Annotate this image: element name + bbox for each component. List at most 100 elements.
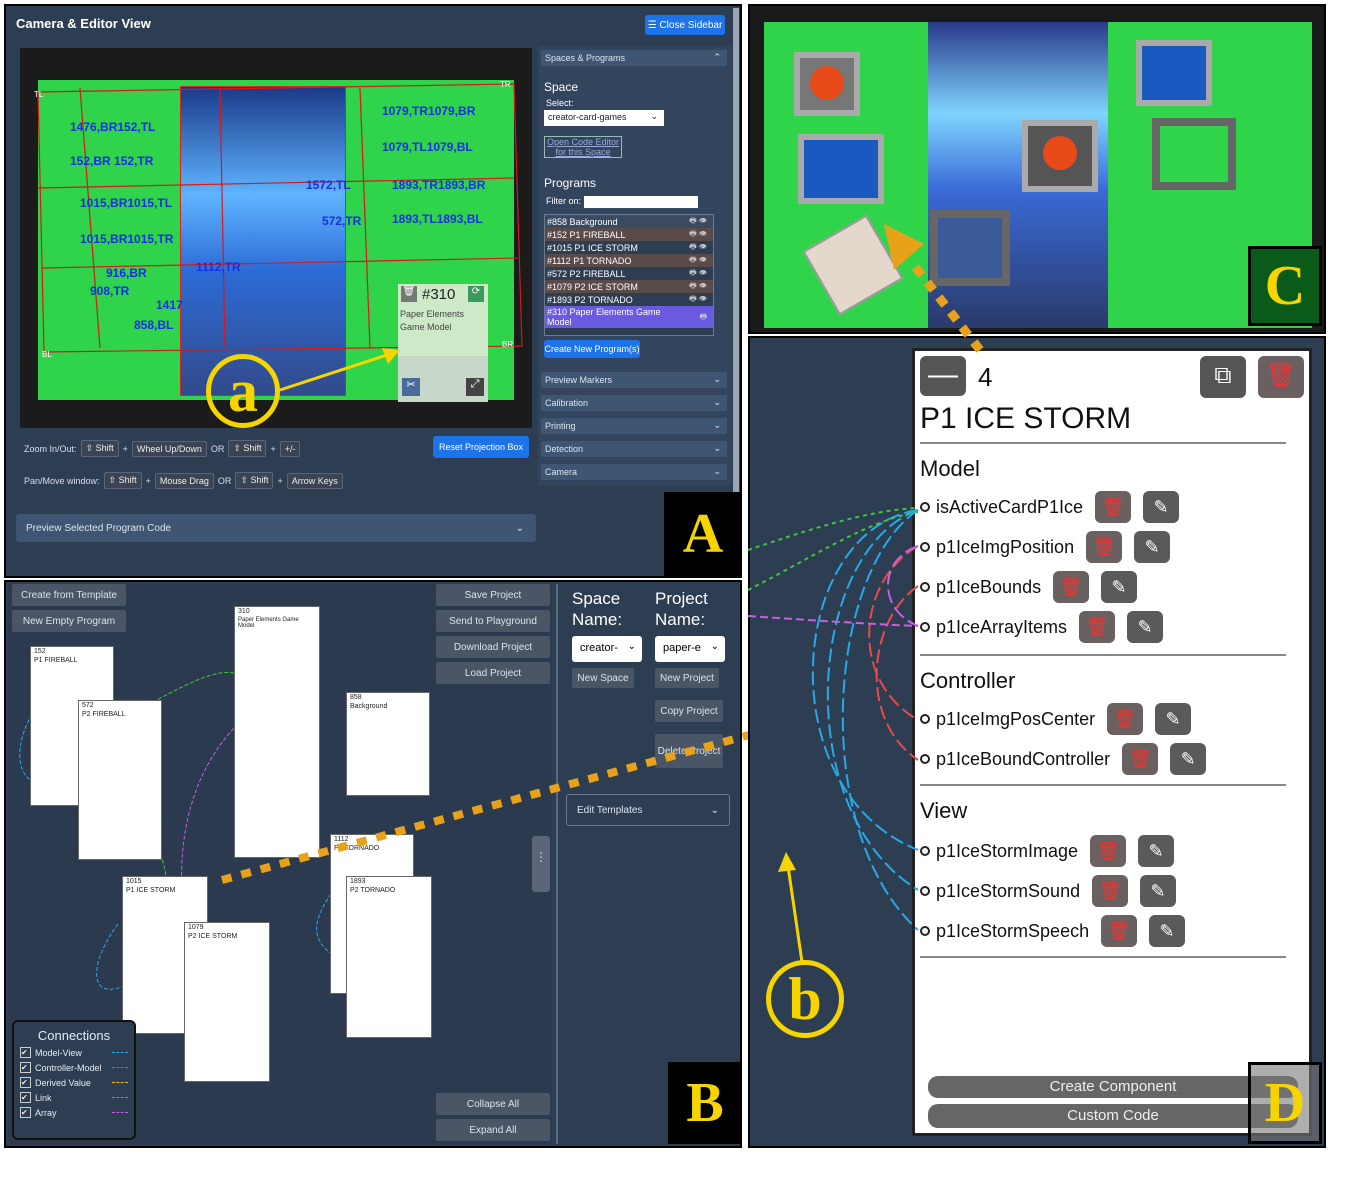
edit-icon[interactable]: ✎ [1155, 703, 1192, 735]
create-new-program-button[interactable]: Create New Program(s) [544, 340, 640, 358]
edit-icon[interactable]: ✎ [1143, 491, 1180, 523]
checkbox-icon[interactable]: ✔ [20, 1077, 31, 1088]
program-item[interactable]: #1079 P2 ICE STORM 🖶 👁 [545, 280, 713, 293]
card-name: P2 FIREBALL [82, 711, 126, 718]
program-item[interactable]: #572 P2 FIREBALL 🖶 👁 [545, 267, 713, 280]
edit-icon[interactable]: ✎ [1127, 611, 1164, 643]
spaces-programs-accordion[interactable]: Spaces & Programs ⌃ [541, 50, 727, 66]
legend-item[interactable]: ✔ Array [20, 1107, 128, 1118]
overlay-card-310[interactable]: 🗑 #310 ⟳ Paper Elements Game Model ✂ ⤢ [398, 284, 488, 402]
program-card-1079[interactable]: 1079 P2 ICE STORM [184, 922, 270, 1082]
checkbox-icon[interactable]: ✔ [20, 1047, 31, 1058]
program-item[interactable]: #1015 P1 ICE STORM 🖶 👁 [545, 241, 713, 254]
space-name-select[interactable]: creator- ⌄ [572, 636, 642, 662]
controller-item[interactable]: p1IceImgPosCenter 🗑 ✎ [920, 703, 1192, 735]
project-name-select[interactable]: paper-e ⌄ [655, 636, 725, 662]
kbd-key: +/- [279, 440, 301, 457]
item-label: p1IceStormImage [936, 840, 1079, 861]
create-component-button[interactable]: Create Component [928, 1076, 1298, 1098]
edit-icon[interactable]: ✎ [1149, 915, 1186, 947]
label-A: A [664, 492, 742, 576]
edit-icon[interactable]: ✎ [1140, 875, 1177, 907]
print-eye-icon[interactable]: 🖶 👁 [689, 280, 707, 294]
program-label: #310 Paper Elements Game Model [547, 307, 661, 327]
save-project-button[interactable]: Save Project [436, 584, 550, 606]
send-to-playground-button[interactable]: Send to Playground [436, 610, 550, 632]
program-card-572[interactable]: 572 P2 FIREBALL [78, 700, 162, 860]
view-item[interactable]: p1IceStormSpeech 🗑 ✎ [920, 915, 1186, 947]
custom-code-button[interactable]: Custom Code [928, 1104, 1298, 1128]
scrollbar[interactable] [733, 8, 739, 568]
accordion-preview-markers[interactable]: Preview Markers ⌄ [541, 372, 727, 388]
program-item[interactable]: #1112 P1 TORNADO 🖶 👁 [545, 254, 713, 267]
chevron-down-icon: ⌄ [713, 443, 721, 453]
delete-icon[interactable]: 🗑 [1107, 703, 1144, 735]
accordion-camera[interactable]: Camera ⌄ [541, 464, 727, 480]
checkbox-icon[interactable]: ✔ [20, 1062, 31, 1073]
collapse-button[interactable]: — [920, 356, 966, 396]
checkbox-icon[interactable]: ✔ [20, 1107, 31, 1118]
delete-icon[interactable]: 🗑 [1095, 491, 1132, 523]
legend-item[interactable]: ✔ Link [20, 1092, 128, 1103]
edit-icon[interactable]: ✎ [1101, 571, 1138, 603]
refresh-icon[interactable]: ⟳ [468, 286, 484, 302]
edit-icon[interactable]: ✎ [1138, 835, 1175, 867]
model-item[interactable]: p1IceBounds 🗑 ✎ [920, 571, 1138, 603]
divider [920, 442, 1286, 444]
edit-icon[interactable]: ✎ [1170, 743, 1207, 775]
print-eye-icon[interactable]: 🖶 👁 [689, 293, 707, 307]
program-label: #1015 P1 ICE STORM [547, 242, 638, 253]
open-code-editor-button[interactable]: Open Code Editor for this Space [544, 136, 622, 158]
program-item[interactable]: #152 P1 FIREBALL 🖶 👁 [545, 228, 713, 241]
print-eye-icon[interactable]: 🖶 👁 [689, 254, 707, 268]
model-item[interactable]: p1IceArrayItems 🗑 ✎ [920, 611, 1164, 643]
delete-icon[interactable]: 🗑 [1090, 835, 1127, 867]
print-eye-icon[interactable]: 🖶 👁 [689, 267, 707, 281]
view-item[interactable]: p1IceStormImage 🗑 ✎ [920, 835, 1175, 867]
space-select[interactable]: creator-card-games ⌄ [544, 110, 664, 126]
legend-item[interactable]: ✔ Derived Value [20, 1077, 128, 1088]
delete-icon[interactable]: 🗑 [1079, 611, 1116, 643]
collapse-all-button[interactable]: Collapse All [436, 1093, 550, 1115]
delete-icon[interactable]: 🗑 [1092, 875, 1129, 907]
print-eye-icon[interactable]: 🖶 👁 [689, 241, 707, 255]
filter-input[interactable] [584, 196, 698, 208]
model-item[interactable]: isActiveCardP1Ice 🗑 ✎ [920, 491, 1180, 523]
legend-item[interactable]: ✔ Controller-Model [20, 1062, 128, 1073]
view-item[interactable]: p1IceStormSound 🗑 ✎ [920, 875, 1177, 907]
delete-icon[interactable]: 🗑 [1086, 531, 1123, 563]
delete-icon[interactable]: 🗑 [1101, 915, 1138, 947]
connections-title: Connections [37, 1028, 111, 1043]
preview-code-accordion[interactable]: Preview Selected Program Code ⌄ [16, 514, 536, 542]
accordion-detection[interactable]: Detection ⌄ [541, 441, 727, 457]
trash-icon[interactable]: 🗑 [1258, 356, 1304, 398]
print-eye-icon[interactable]: 🖶 👁 [689, 215, 707, 229]
delete-icon[interactable]: 🗑 [1122, 743, 1159, 775]
program-card-1893[interactable]: 1893 P2 TORNADO [346, 876, 432, 1038]
trash-icon[interactable]: 🗑 [401, 286, 417, 302]
legend-item[interactable]: ✔ Model-View [20, 1047, 128, 1058]
reset-projection-button[interactable]: Reset Projection Box [433, 436, 529, 458]
print-eye-icon[interactable]: 🖶 👁 [689, 228, 707, 242]
controller-item[interactable]: p1IceBoundController 🗑 ✎ [920, 743, 1207, 775]
accordion-label: Calibration [545, 398, 589, 408]
close-sidebar-button[interactable]: ☰ Close Sidebar [645, 15, 725, 35]
download-project-button[interactable]: Download Project [436, 636, 550, 658]
program-item[interactable]: #1893 P2 TORNADO 🖶 👁 [545, 293, 713, 306]
overlay-text: Paper Elements Game Model [400, 309, 465, 332]
program-item-selected[interactable]: #310 Paper Elements Game Model 🖶 [545, 306, 713, 328]
accordion-printing[interactable]: Printing ⌄ [541, 418, 727, 434]
program-list: #858 Background 🖶 👁 #152 P1 FIREBALL 🖶 👁 #… [544, 214, 714, 336]
expand-all-button[interactable]: Expand All [436, 1119, 550, 1141]
model-item[interactable]: p1IceImgPosition 🗑 ✎ [920, 531, 1171, 563]
resize-icon[interactable]: ⤢ [466, 378, 484, 396]
copy-icon[interactable]: ⧉ [1200, 356, 1246, 398]
marker-label: 1112,TR [196, 260, 241, 274]
print-icon[interactable]: 🖶 [699, 312, 707, 322]
accordion-calibration[interactable]: Calibration ⌄ [541, 395, 727, 411]
marker-label: 1015,BR1015,TL [80, 196, 173, 210]
edit-icon[interactable]: ✎ [1134, 531, 1171, 563]
delete-icon[interactable]: 🗑 [1053, 571, 1090, 603]
checkbox-icon[interactable]: ✔ [20, 1092, 31, 1103]
program-item[interactable]: #858 Background 🖶 👁 [545, 215, 713, 228]
